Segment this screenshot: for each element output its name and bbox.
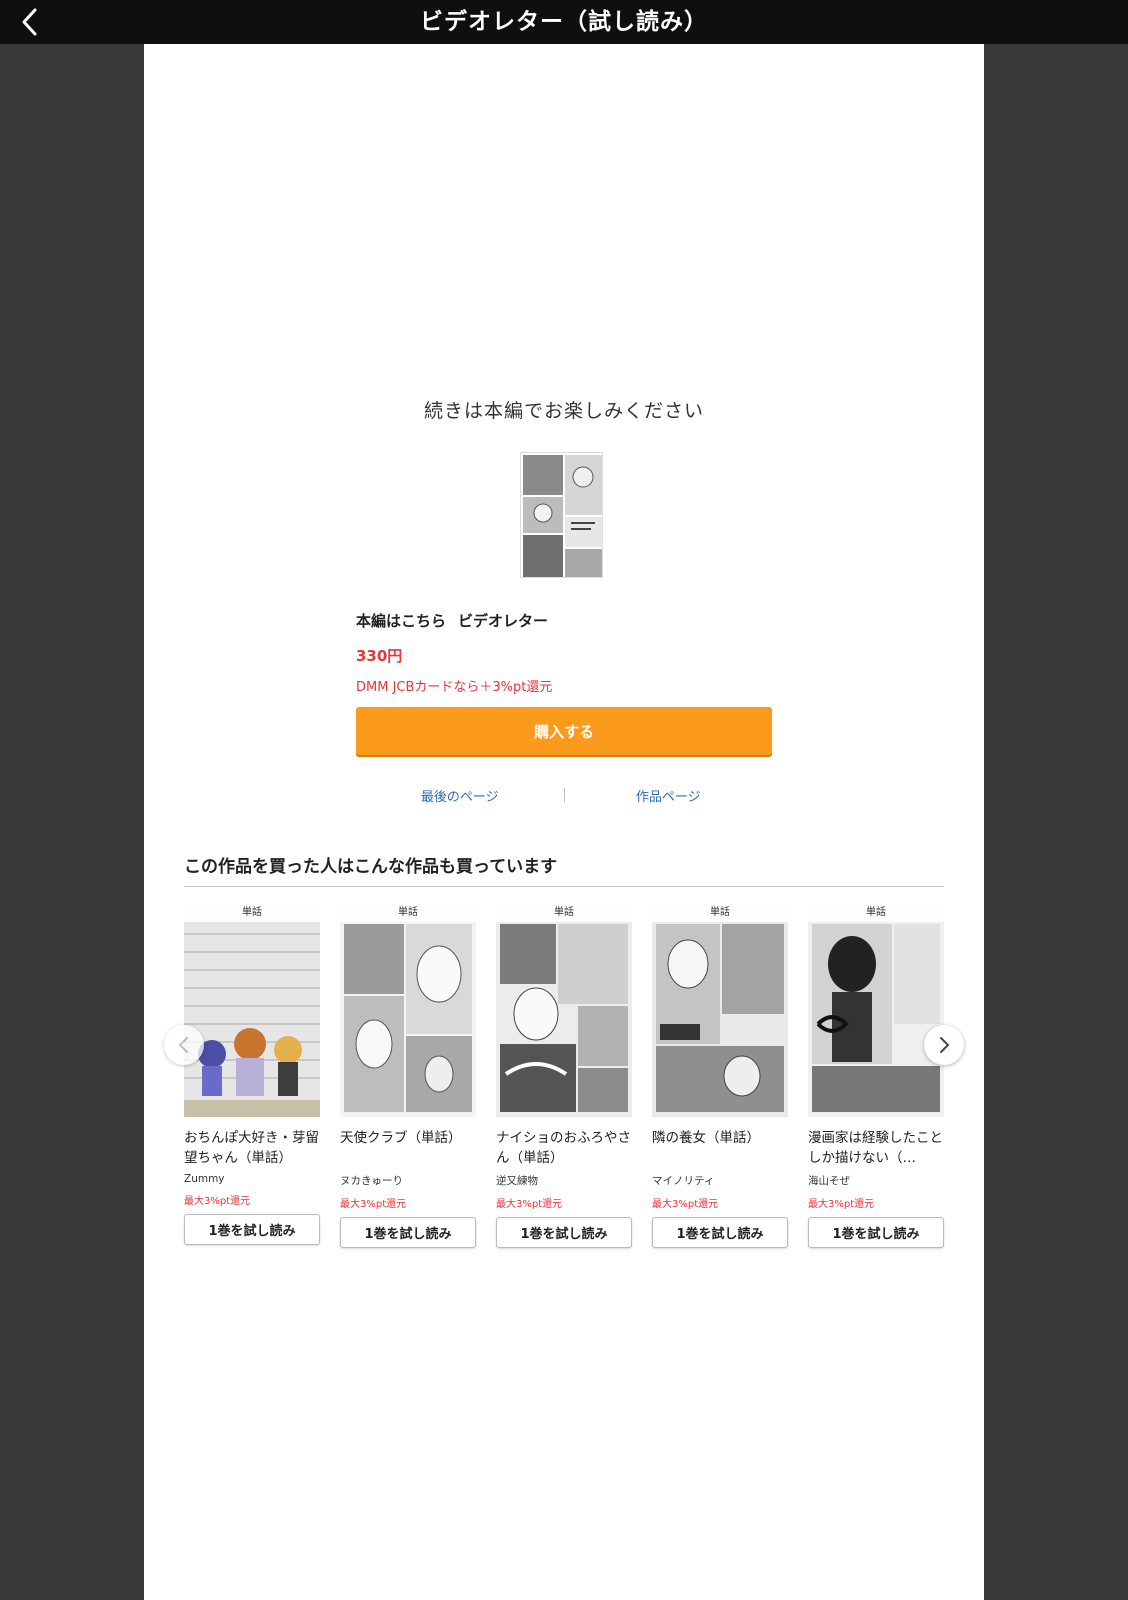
page-links: 最後のページ 作品ページ	[356, 786, 773, 805]
purchase-title: 本編はこちら ビデオレター	[356, 610, 772, 631]
buy-button[interactable]: 購入する	[356, 707, 772, 755]
trial-read-button[interactable]: 1巻を試し読み	[496, 1217, 632, 1248]
continue-message: 続きは本編でお楽しみください	[423, 400, 704, 422]
work-cover-thumbnail[interactable]	[520, 452, 603, 578]
recommend-cover[interactable]: 単話	[652, 904, 788, 1117]
episode-badge: 単話	[808, 904, 944, 922]
recommend-cover[interactable]: 単話	[340, 904, 476, 1117]
chevron-right-icon	[940, 1037, 950, 1053]
trial-read-button[interactable]: 1巻を試し読み	[808, 1217, 944, 1248]
recommend-cover[interactable]: 単話	[496, 904, 632, 1117]
recommend-cover[interactable]: 単話	[808, 904, 944, 1117]
trial-read-button[interactable]: 1巻を試し読み	[184, 1214, 320, 1245]
episode-badge: 単話	[340, 904, 476, 922]
recommend-card: 単話 漫画家は経験したことしか描けない（… 海山そぜ 最大3%pt還元 1巻を試…	[808, 904, 944, 1248]
price: 330円	[356, 647, 403, 665]
recommend-author[interactable]: 海山そぜ	[808, 1173, 944, 1188]
recommend-point-note: 最大3%pt還元	[808, 1199, 875, 1210]
recommend-title[interactable]: おちんぽ大好き・芽留望ちゃん（単話）	[184, 1128, 320, 1168]
recommend-card: 単話 隣の養女（単話） マイノリティ 最大3%pt還元 1巻を試し読み	[652, 904, 788, 1248]
top-bar: ビデオレター（試し読み）	[0, 0, 1128, 44]
recommend-author[interactable]: ヌカきゅーり	[340, 1173, 476, 1188]
recommend-point-note: 最大3%pt還元	[652, 1199, 719, 1210]
recommend-point-note: 最大3%pt還元	[184, 1196, 251, 1207]
end-page-panel: 続きは本編でお楽しみください 本編はこちら ビデオレター 330円 DMM JCB…	[144, 44, 984, 1600]
recommend-cover[interactable]: 単話	[184, 904, 320, 1117]
recommend-carousel: 単話 おちんぽ大好き・芽留望ちゃん（単話） Zummy 最大3%pt還元 1巻を…	[184, 904, 944, 1249]
recommend-point-note: 最大3%pt還元	[496, 1199, 563, 1210]
recommend-title[interactable]: ナイショのおふろやさん（単話）	[496, 1128, 632, 1168]
purchase-block: 本編はこちら ビデオレター 330円 DMM JCBカードなら＋3%pt還元 購入…	[356, 610, 772, 755]
recommend-title[interactable]: 天使クラブ（単話）	[340, 1128, 476, 1168]
work-page-link[interactable]: 作品ページ	[565, 786, 773, 805]
episode-badge: 単話	[496, 904, 632, 922]
recommend-title[interactable]: 隣の養女（単話）	[652, 1128, 788, 1168]
episode-badge: 単話	[184, 904, 320, 922]
work-title[interactable]: ビデオレター	[458, 612, 548, 630]
recommend-card: 単話 おちんぽ大好き・芽留望ちゃん（単話） Zummy 最大3%pt還元 1巻を…	[184, 904, 320, 1245]
recommend-card: 単話 天使クラブ（単話） ヌカきゅーり 最大3%pt還元 1巻を試し読み	[340, 904, 476, 1248]
point-reward-note: DMM JCBカードなら＋3%pt還元	[356, 680, 553, 695]
recommend-card: 単話 ナイショのおふろやさん（単話） 逆又練物 最大3%pt還元 1巻を試し読み	[496, 904, 632, 1248]
trial-read-button[interactable]: 1巻を試し読み	[652, 1217, 788, 1248]
trial-read-button[interactable]: 1巻を試し読み	[340, 1217, 476, 1248]
last-page-link[interactable]: 最後のページ	[356, 786, 564, 805]
recommend-divider	[184, 886, 944, 887]
purchase-prefix: 本編はこちら	[356, 612, 447, 630]
episode-badge: 単話	[652, 904, 788, 922]
carousel-next-button[interactable]	[924, 1025, 964, 1065]
recommend-point-note: 最大3%pt還元	[340, 1199, 407, 1210]
viewer-title: ビデオレター（試し読み）	[420, 9, 708, 35]
recommend-title[interactable]: 漫画家は経験したことしか描けない（…	[808, 1128, 944, 1168]
recommend-author[interactable]: 逆又練物	[496, 1173, 632, 1188]
recommend-heading: この作品を買った人はこんな作品も買っています	[184, 857, 558, 877]
chevron-left-icon	[178, 1037, 188, 1053]
recommend-author[interactable]: マイノリティ	[652, 1173, 788, 1188]
carousel-prev-button[interactable]	[164, 1025, 204, 1065]
recommend-author[interactable]: Zummy	[184, 1173, 320, 1185]
